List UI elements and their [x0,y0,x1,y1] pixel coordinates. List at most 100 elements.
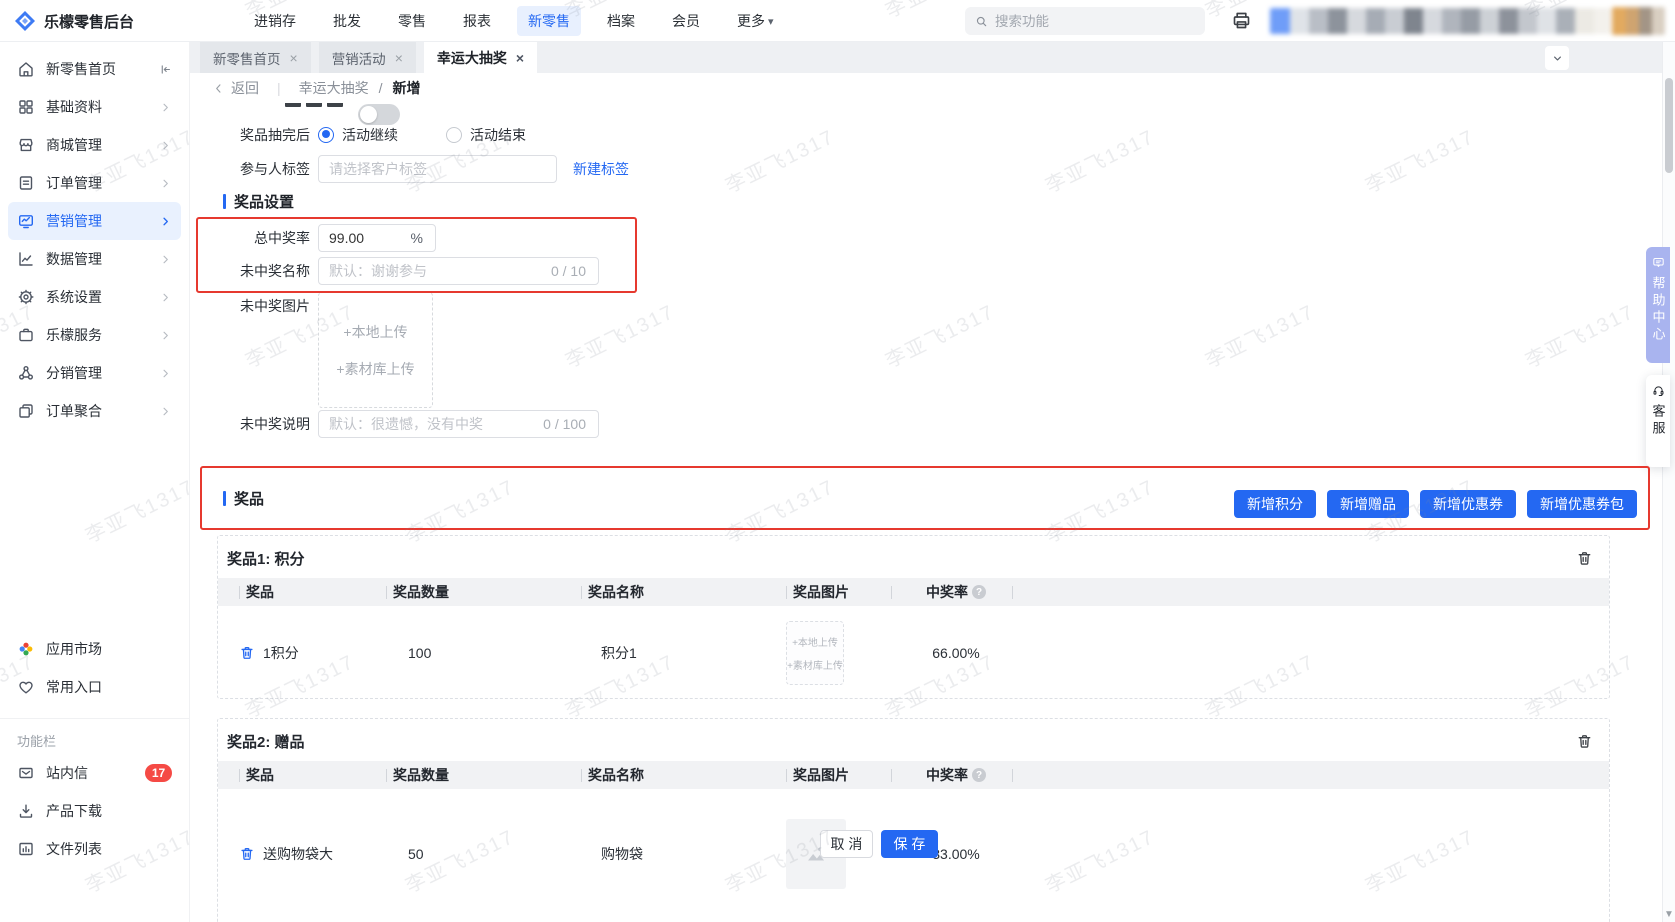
save-button[interactable]: 保 存 [881,830,938,858]
upload-local-button[interactable]: +本地上传 [343,322,407,342]
participant-tag-row: 参与人标签 新建标签 [190,154,629,183]
back-button[interactable]: 返回 [231,78,259,98]
qty-cell: 100 [408,644,432,661]
menu-wholesale[interactable]: 批发 [322,6,372,36]
upload-library-button[interactable]: +素材库上传 [336,359,414,379]
sidebar-item-order-aggregate[interactable]: 订单聚合 [8,392,181,430]
no-win-name-label: 未中奖名称 [240,262,310,279]
sidebar-item-services[interactable]: 乐檬服务 [8,316,181,354]
sidebar-item-data[interactable]: 数据管理 [8,240,181,278]
radio-activity-end[interactable]: 活动结束 [446,125,526,145]
qty-cell: 50 [408,846,424,862]
menu-archives[interactable]: 档案 [596,6,646,36]
sidebar-item-app-market[interactable]: 应用市场 [8,630,181,668]
close-icon[interactable]: × [290,51,298,65]
sidebar-item-mall[interactable]: 商城管理 [8,126,181,164]
header-rate: 中奖率 ? [891,578,1021,606]
chevron-right-icon [163,293,168,301]
stack-icon [19,404,33,418]
section-bar [223,491,226,506]
chevron-right-icon [163,179,168,187]
sidebar-item-inbox[interactable]: 站内信 17 [8,754,181,792]
no-win-desc-field: 0 / 100 [318,409,599,438]
new-tag-link[interactable]: 新建标签 [573,159,629,179]
add-gift-button[interactable]: 新增赠品 [1327,490,1409,518]
delete-row-icon[interactable] [239,846,255,862]
search-input[interactable] [995,13,1195,29]
cancel-button[interactable]: 取 消 [820,830,873,858]
close-icon[interactable]: × [516,51,524,65]
prize-cell: 1积分 [263,644,299,661]
delete-row-icon[interactable] [239,645,255,661]
char-counter: 0 / 10 [550,262,586,279]
blurred-account-info [1270,8,1612,34]
radio-selected-icon [318,126,334,143]
breadcrumb-current: 新增 [392,80,421,96]
prize-image-upload[interactable]: +本地上传 +素材库上传 [786,620,844,685]
delete-card-icon[interactable] [1576,550,1593,567]
question-icon[interactable]: ? [972,768,986,782]
question-icon[interactable]: ? [972,585,986,599]
customer-service-tab[interactable]: 客服 [1646,375,1670,467]
sidebar-item-distribution[interactable]: 分销管理 [8,354,181,392]
menu-members[interactable]: 会员 [661,6,711,36]
add-points-button[interactable]: 新增积分 [1234,490,1316,518]
sidebar-item-file-list[interactable]: 文件列表 [8,830,181,868]
sidebar-nav: 新零售首页 基础资料 商城管理 订单管理 营销管理 数据管理 系统设置 乐檬服务… [0,42,189,430]
radio-activity-continue[interactable]: 活动继续 [318,125,398,145]
menu-inventory[interactable]: 进销存 [243,6,307,36]
rate-cell: 66.00% [932,644,980,661]
sidebar-item-favorites[interactable]: 常用入口 [8,668,181,706]
sidebar-item-orders[interactable]: 订单管理 [8,164,181,202]
menu-reports[interactable]: 报表 [452,6,502,36]
header-qty: 奖品数量 [386,761,581,789]
scrollbar-thumb[interactable] [1665,78,1673,173]
printer-icon[interactable] [1231,10,1252,31]
breadcrumb-parent[interactable]: 幸运大抽奖 [299,78,369,98]
add-coupon-pack-button[interactable]: 新增优惠券包 [1527,490,1637,518]
chevron-right-icon [163,331,168,339]
prize-add-buttons: 新增积分 新增赠品 新增优惠券 新增优惠券包 [1234,490,1637,518]
sidebar-item-basic-data[interactable]: 基础资料 [8,88,181,126]
prize-cell: 送购物袋大 [263,846,333,862]
menu-new-retail[interactable]: 新零售 [517,6,581,36]
tab-new-retail-home[interactable]: 新零售首页 × [200,42,311,73]
upload-local-button[interactable]: +本地上传 [792,634,838,649]
total-rate-input[interactable] [319,229,411,246]
no-win-image-row: 未中奖图片 [190,292,318,319]
tab-list-chevron-icon[interactable] [1545,46,1569,70]
radio-unselected-icon [446,126,462,143]
order-doc-icon [19,176,33,190]
app-logo: 乐檬零售后台 [14,10,134,32]
app-market-icon [19,642,33,656]
menu-retail[interactable]: 零售 [387,6,437,36]
header-rate: 中奖率 ? [891,761,1021,789]
briefcase-icon [19,328,33,342]
sidebar-item-home[interactable]: 新零售首页 [8,50,181,88]
sidebar-item-settings[interactable]: 系统设置 [8,278,181,316]
store-icon [19,138,33,152]
chevron-left-icon[interactable] [212,82,225,95]
participant-tag-input[interactable] [318,154,557,183]
tab-lucky-draw[interactable]: 幸运大抽奖 × [423,42,538,73]
toggle-switch[interactable] [358,104,400,125]
sidebar-item-product-download[interactable]: 产品下载 [8,792,181,830]
section-bar [223,194,226,209]
name-cell: 购物袋 [601,846,643,862]
prize-card-title: 奖品1: 积分 [227,550,305,568]
file-chart-icon [19,842,33,856]
help-center-tab[interactable]: 帮助中心 [1646,247,1670,363]
chevron-right-icon [163,369,168,377]
delete-card-icon[interactable] [1576,733,1593,750]
sidebar-item-marketing[interactable]: 营销管理 [8,202,181,240]
blurred-avatar[interactable] [1612,7,1665,35]
menu-more[interactable]: 更多 ▾ [726,6,785,36]
collapse-sidebar-icon[interactable] [159,63,172,76]
after-draw-row: 奖品抽完后 活动继续 活动结束 [190,121,574,148]
no-win-image-upload[interactable]: +本地上传 +素材库上传 [318,292,433,408]
upload-library-button[interactable]: +素材库上传 [787,657,843,672]
tab-marketing-activities[interactable]: 营销活动 × [318,42,416,73]
scroll-down-icon[interactable]: ▼ [1663,909,1675,920]
add-coupon-button[interactable]: 新增优惠券 [1420,490,1516,518]
close-icon[interactable]: × [395,51,403,65]
